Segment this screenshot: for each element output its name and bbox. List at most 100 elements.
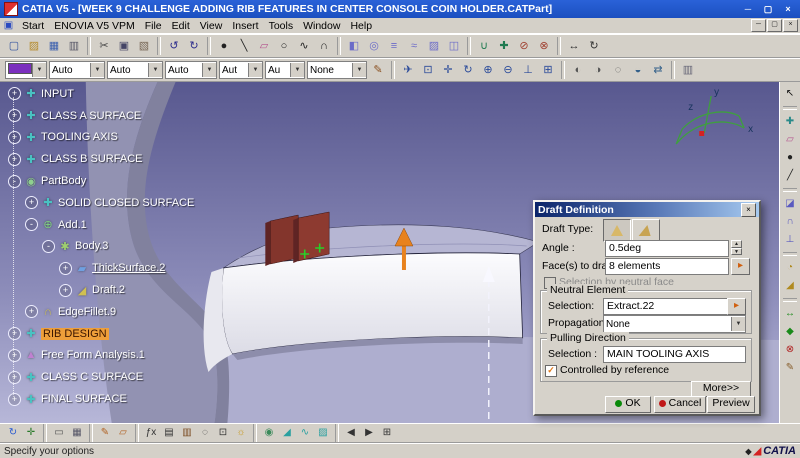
search-icon[interactable]: ◌ (197, 425, 213, 441)
environment-mapping-icon[interactable]: ▨ (315, 425, 331, 441)
expand-icon[interactable]: + (8, 392, 21, 406)
extract-icon[interactable]: ◪ (782, 196, 798, 212)
rotate-icon[interactable]: ↻ (585, 37, 603, 55)
menu-start[interactable]: Start (17, 20, 49, 32)
line-icon[interactable]: ╱ (782, 168, 798, 184)
open-document-icon[interactable]: ▨ (25, 37, 43, 55)
tree-label[interactable]: ThickSurface.2 (92, 262, 165, 274)
expand-icon[interactable]: + (59, 283, 72, 297)
trim-icon[interactable]: ⊗ (535, 37, 553, 55)
title-bar[interactable]: CATIA V5 - [WEEK 9 CHALLENGE ADDING RIB … (0, 0, 800, 18)
tree-item-input[interactable]: + ✚ INPUT (8, 83, 194, 105)
tree-label[interactable]: CLASS A SURFACE (41, 110, 141, 122)
minimize-button[interactable]: ─ (738, 2, 758, 17)
menu-enovia-v5-vpm[interactable]: ENOVIA V5 VPM (49, 20, 140, 32)
more-button[interactable]: More>> (691, 381, 751, 397)
offset-surface-icon[interactable]: ≡ (385, 37, 403, 55)
expand-icon[interactable]: + (8, 130, 21, 144)
project-icon[interactable]: ⊥ (782, 232, 798, 248)
capture-icon[interactable]: ⊡ (215, 425, 231, 441)
expand-icon[interactable]: + (25, 196, 38, 210)
collapse-icon[interactable]: - (8, 174, 21, 188)
plane-icon[interactable]: ▱ (255, 37, 273, 55)
pan-icon[interactable]: ✛ (439, 61, 457, 79)
tree-label[interactable]: TOOLING AXIS (41, 131, 118, 143)
work-on-support-icon[interactable]: ▦ (69, 425, 85, 441)
shading-with-edges-icon[interactable]: ◑ (589, 61, 607, 79)
blend-surface-icon[interactable]: ◫ (445, 37, 463, 55)
design-table-icon[interactable]: ▤ (161, 425, 177, 441)
menu-window[interactable]: Window (298, 20, 345, 32)
dropdown-arrow-icon[interactable]: ▼ (32, 63, 46, 77)
axis-system-icon[interactable]: ✛ (23, 425, 39, 441)
fit-all-in-icon[interactable]: ⊡ (419, 61, 437, 79)
expand-icon[interactable]: + (8, 370, 21, 384)
zoom-in-icon[interactable]: ⊕ (479, 61, 497, 79)
faces-to-draft-input[interactable]: 8 elements (605, 258, 729, 275)
catalog-icon[interactable]: ▥ (179, 425, 195, 441)
tree-item-add-1[interactable]: - ⊕ Add.1 (8, 214, 194, 236)
draft-analysis-icon[interactable]: ◢ (279, 425, 295, 441)
menu-insert[interactable]: Insert (227, 20, 263, 32)
select-icon[interactable]: ↖ (782, 86, 798, 102)
rotate-view-icon[interactable]: ↻ (459, 61, 477, 79)
angle-spinner[interactable]: ▲ ▼ (731, 240, 742, 255)
pulling-selection-input[interactable]: MAIN TOOLING AXIS (603, 346, 746, 363)
copy-icon[interactable]: ▣ (115, 37, 133, 55)
curvature-analysis-icon[interactable]: ∿ (297, 425, 313, 441)
expand-icon[interactable]: + (25, 305, 38, 319)
revolve-surface-icon[interactable]: ◎ (365, 37, 383, 55)
light-icon[interactable]: ☼ (233, 425, 249, 441)
back-view-icon[interactable]: ◀ (343, 425, 359, 441)
formula-icon[interactable]: ƒx (143, 425, 159, 441)
tree-label[interactable]: Free Form Analysis.1 (41, 349, 145, 361)
painter-icon[interactable]: ✎ (369, 61, 387, 79)
sweep-surface-icon[interactable]: ≈ (405, 37, 423, 55)
tree-item-tooling-axis[interactable]: + ✚ TOOLING AXIS (8, 127, 194, 149)
expand-icon[interactable]: + (8, 327, 21, 341)
graduated-background-icon[interactable]: ▥ (679, 61, 697, 79)
menu-edit[interactable]: Edit (167, 20, 195, 32)
dropdown-arrow-icon[interactable]: ▼ (90, 63, 104, 77)
apply-material-icon[interactable]: ◉ (261, 425, 277, 441)
tree-item-draft-2[interactable]: + ◢ Draft.2 (8, 279, 194, 301)
shape-fillet-icon[interactable]: ◔ (782, 260, 798, 276)
draft-type-constant-button[interactable] (603, 219, 631, 242)
annotation-icon[interactable]: ✎ (782, 360, 798, 376)
expand-icon[interactable]: + (8, 348, 21, 362)
specification-tree[interactable]: + ✚ INPUT + ✚ CLASS A SURFACE + ✚ TOOLING AXIS + ✚… (8, 83, 194, 410)
tree-label[interactable]: SOLID CLOSED SURFACE (58, 197, 194, 209)
tree-item-edgefillet-9[interactable]: + ∩ EdgeFillet.9 (8, 301, 194, 323)
multi-view-icon[interactable]: ⊞ (539, 61, 557, 79)
tree-label[interactable]: CLASS B SURFACE (41, 153, 142, 165)
tree-item-final-surface[interactable]: + ✚ FINAL SURFACE (8, 388, 194, 410)
wireframe-icon[interactable]: ◌ (609, 61, 627, 79)
boundary-icon[interactable]: ∩ (782, 214, 798, 230)
swap-visible-space-icon[interactable]: ⇄ (649, 61, 667, 79)
split-icon[interactable]: ⊘ (515, 37, 533, 55)
tree-item-body-3[interactable]: - ✱ Body.3 (8, 236, 194, 258)
faces-pick-button[interactable]: ▸ (731, 258, 750, 275)
tree-label[interactable]: CLASS C SURFACE (41, 371, 143, 383)
tree-label[interactable]: FINAL SURFACE (41, 393, 127, 405)
ok-button[interactable]: OK (605, 396, 651, 413)
expand-icon[interactable]: + (8, 152, 21, 166)
zoom-out-icon[interactable]: ⊖ (499, 61, 517, 79)
collapse-icon[interactable]: - (42, 239, 55, 253)
draft-type-variable-button[interactable] (632, 219, 660, 242)
update-icon[interactable]: ↻ (5, 425, 21, 441)
spline-icon[interactable]: ∿ (295, 37, 313, 55)
menu-tools[interactable]: Tools (264, 20, 299, 32)
line-weight-dropdown[interactable]: Auto ▼ (107, 61, 163, 79)
undo-icon[interactable]: ↺ (165, 37, 183, 55)
menu-help[interactable]: Help (345, 20, 377, 32)
normal-view-icon[interactable]: ⊥ (519, 61, 537, 79)
redo-icon[interactable]: ↻ (185, 37, 203, 55)
circle-icon[interactable]: ○ (275, 37, 293, 55)
mean-dimension-icon[interactable]: ▭ (51, 425, 67, 441)
dropdown-arrow-icon[interactable]: ▼ (248, 63, 262, 77)
tree-item-free-form-analysis-1[interactable]: + ▲ Free Form Analysis.1 (8, 345, 194, 367)
tree-item-solid-closed-surface[interactable]: + ✚ SOLID CLOSED SURFACE (8, 192, 194, 214)
tree-label[interactable]: PartBody (41, 175, 86, 187)
tree-label[interactable]: Add.1 (58, 219, 87, 231)
